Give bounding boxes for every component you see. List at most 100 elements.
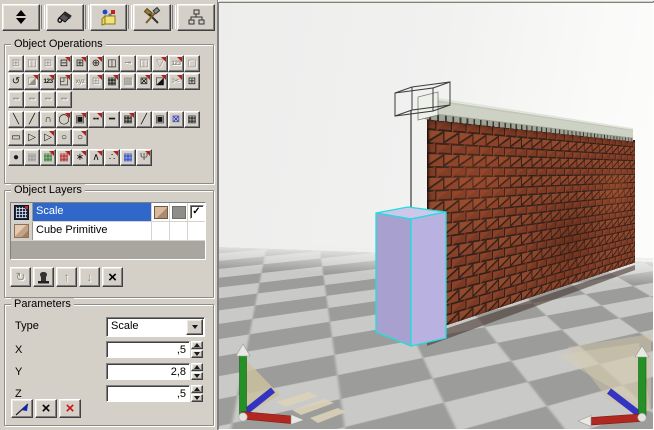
tools-button[interactable] xyxy=(133,4,171,31)
combo-dropdown-button[interactable] xyxy=(186,319,203,335)
selected-scale-box[interactable] xyxy=(376,207,446,346)
delete-parameters-button[interactable]: × xyxy=(59,399,81,418)
y-input[interactable] xyxy=(106,363,190,380)
x-spin-down-button[interactable] xyxy=(191,350,203,358)
delete-layer-button[interactable]: × xyxy=(102,267,123,287)
refresh-layer-button[interactable]: ↻ xyxy=(10,267,31,287)
grid-quad-button[interactable]: ⊞ xyxy=(88,73,104,90)
arc-segment-button[interactable]: ∩ xyxy=(40,111,56,128)
scene-objects-button[interactable] xyxy=(90,4,128,31)
x-input[interactable] xyxy=(106,341,190,358)
plain-grid-button[interactable]: ▦ xyxy=(24,149,40,166)
rotate-reset-button[interactable]: ↺ xyxy=(8,73,24,90)
node-chain-button[interactable]: ╍ xyxy=(88,111,104,128)
ellipse-outline-button[interactable]: ○ xyxy=(56,129,72,146)
stamp-layer-button[interactable] xyxy=(33,267,54,287)
partial-grid-button[interactable]: ▦ xyxy=(120,111,136,128)
grid-window-button[interactable]: ⊞ xyxy=(72,55,88,72)
viewport-3d[interactable] xyxy=(218,2,654,430)
circle-quarters-button[interactable]: ⊕ xyxy=(88,55,104,72)
thick-segment-button[interactable]: ━ xyxy=(104,111,120,128)
polygon-shape-button[interactable]: ▷ xyxy=(24,129,40,146)
z-spin-up-button[interactable] xyxy=(191,385,203,393)
hierarchy-button[interactable] xyxy=(177,4,215,31)
merge-cells-button[interactable]: ⊞ xyxy=(8,55,24,72)
apply-flag-button[interactable] xyxy=(11,399,33,418)
renumber-123-icon: 123 xyxy=(171,57,180,70)
spin-down-icon xyxy=(194,374,200,378)
layer-visible-checkbox[interactable]: ✓ xyxy=(190,205,204,219)
x-spin-up-button[interactable] xyxy=(191,341,203,349)
straight-line-button[interactable]: ╱ xyxy=(136,111,152,128)
scale-layer-icon xyxy=(14,205,29,220)
scatter-pattern-button[interactable]: ∴ xyxy=(104,149,120,166)
merge-grid-icon: ⊞ xyxy=(44,57,52,70)
ridge-lines-button[interactable]: ∧ xyxy=(88,149,104,166)
spray-dots-button[interactable]: ∗ xyxy=(72,149,88,166)
xyz-coords-button[interactable]: xyz xyxy=(72,73,88,90)
circle-outline-icon: ◯ xyxy=(58,113,69,126)
paste-new-button[interactable]: ◰ xyxy=(56,73,72,90)
ops-row: ╍╍╍╍ xyxy=(8,91,200,108)
z-input[interactable] xyxy=(106,385,190,402)
center-handle-button[interactable]: ▣ xyxy=(72,111,88,128)
blue-mesh-button[interactable]: ▦ xyxy=(120,149,136,166)
overlap-objects-button[interactable]: ◫ xyxy=(136,55,152,72)
curve-line-button[interactable]: ╱ xyxy=(24,111,40,128)
cut-scissors-button[interactable]: ✂ xyxy=(168,73,184,90)
clear-parameters-button[interactable]: × xyxy=(35,399,57,418)
box-marker-button[interactable]: ▣ xyxy=(152,111,168,128)
box-cross-button[interactable]: ⊠ xyxy=(136,73,152,90)
line-with-nodes-button[interactable]: ╲ xyxy=(8,111,24,128)
axis-gizmo-right[interactable] xyxy=(556,334,651,427)
heat-map-button[interactable]: ▦ xyxy=(56,149,72,166)
copy-transform-button[interactable]: ◪ xyxy=(24,73,40,90)
y-spin-up-button[interactable] xyxy=(191,363,203,371)
polygon-marked-button[interactable]: ▷ xyxy=(40,129,56,146)
filter-funnel-button[interactable]: ▽ xyxy=(152,55,168,72)
renumber-123-button[interactable]: 123 xyxy=(168,55,184,72)
rounded-frame-button[interactable]: ▢ xyxy=(184,55,200,72)
split-columns-button[interactable]: ◫ xyxy=(24,55,40,72)
ops-grid: ⊞◫⊞⊟⊞⊕◫╼◫▽123▢↺◪123◰xyz⊞▦▩⊠◪✂⊞╍╍╍╍╲╱∩◯▣╍… xyxy=(8,55,200,167)
box-diagonal-button[interactable]: ◪ xyxy=(152,73,168,90)
duplicate-object-button[interactable]: ◫ xyxy=(104,55,120,72)
z-spin-down-button[interactable] xyxy=(191,394,203,402)
axis-gizmo-left[interactable] xyxy=(236,344,346,425)
type-combobox[interactable]: Scale xyxy=(106,317,205,337)
circle-outline-button[interactable]: ◯ xyxy=(56,111,72,128)
blue-mesh-icon: ▦ xyxy=(123,151,132,164)
grid-fill-button[interactable]: ▦ xyxy=(104,73,120,90)
paint-fill-button[interactable] xyxy=(46,4,84,31)
tree-brush-icon: Ψ xyxy=(140,151,148,164)
rect-outline-button[interactable]: ▭ xyxy=(8,129,24,146)
ellipse-marked-button[interactable]: ○ xyxy=(72,129,88,146)
color-swatch[interactable] xyxy=(172,206,186,219)
layer-row-scale[interactable]: Scale ✓ xyxy=(11,203,205,222)
y-label: Y xyxy=(15,366,22,378)
material-swatch[interactable] xyxy=(154,206,168,219)
y-spin-down-button[interactable] xyxy=(191,372,203,380)
fill-bucket-button[interactable]: ● xyxy=(8,149,24,166)
move-layer-down-button[interactable]: ↓ xyxy=(79,267,100,287)
dense-grid-button[interactable]: ▦ xyxy=(184,111,200,128)
ops-row: ╲╱∩◯▣╍━▦╱▣⊠▦ xyxy=(8,111,200,128)
vegetation-map-button[interactable]: ▦ xyxy=(40,149,56,166)
blue-cross-box-button[interactable]: ⊠ xyxy=(168,111,184,128)
edge-segment-3-button[interactable]: ╍ xyxy=(40,91,56,108)
edge-segment-4-button[interactable]: ╍ xyxy=(56,91,72,108)
checker-swap-button[interactable]: ▩ xyxy=(120,73,136,90)
transform-mode-button[interactable] xyxy=(2,4,40,31)
straight-line-icon: ╱ xyxy=(141,113,147,126)
edge-segment-2-button[interactable]: ╍ xyxy=(24,91,40,108)
x-axis-tip xyxy=(291,415,304,425)
layer-row-cube-primitive[interactable]: Cube Primitive xyxy=(11,222,205,241)
move-layer-up-button[interactable]: ↑ xyxy=(56,267,77,287)
connect-objects-button[interactable]: ╼ xyxy=(120,55,136,72)
numbering-123-button[interactable]: 123 xyxy=(40,73,56,90)
merge-grid-button[interactable]: ⊞ xyxy=(40,55,56,72)
grid-extend-button[interactable]: ⊞ xyxy=(184,73,200,90)
tree-brush-button[interactable]: Ψ xyxy=(136,149,152,166)
edge-segment-1-button[interactable]: ╍ xyxy=(8,91,24,108)
split-window-button[interactable]: ⊟ xyxy=(56,55,72,72)
